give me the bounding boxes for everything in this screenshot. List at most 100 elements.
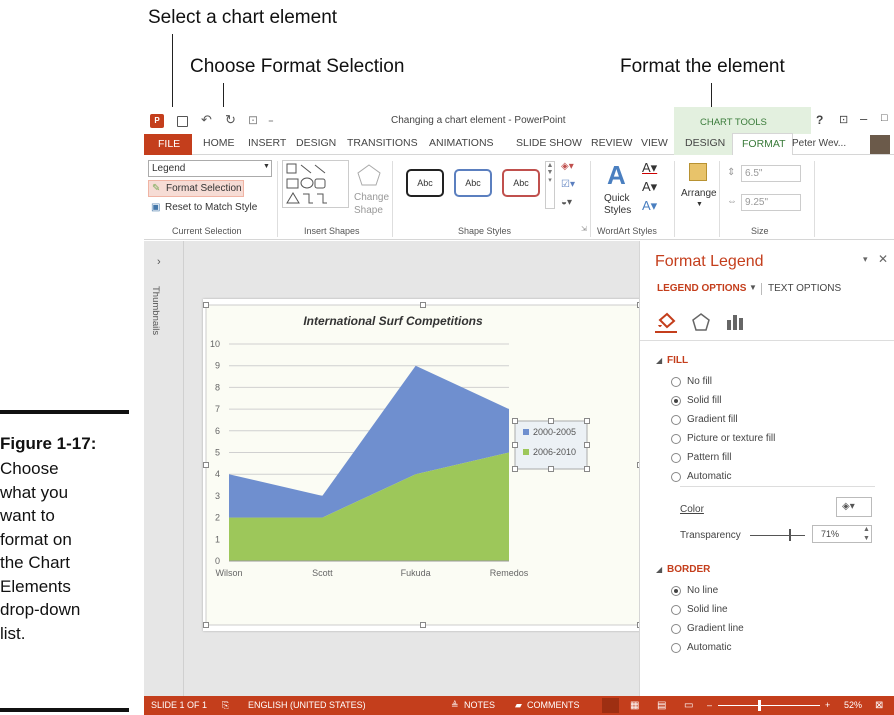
- change-shape-label[interactable]: Change: [354, 192, 389, 203]
- tab-legend-options[interactable]: LEGEND OPTIONS: [657, 283, 746, 294]
- tab-home[interactable]: HOME: [203, 137, 235, 149]
- tab-view[interactable]: VIEW: [641, 137, 668, 149]
- fill-option[interactable]: Gradient fill: [671, 413, 871, 429]
- fill-collapse-icon[interactable]: ◢: [656, 356, 662, 365]
- text-fill-icon[interactable]: A▾: [642, 160, 657, 176]
- change-shape-label-2[interactable]: Shape: [354, 205, 383, 216]
- tab-format[interactable]: FORMAT: [732, 133, 793, 156]
- thumbnails-label[interactable]: Thumbnails: [150, 286, 161, 335]
- tab-text-options[interactable]: TEXT OPTIONS: [768, 283, 841, 294]
- border-option[interactable]: Solid line: [671, 603, 871, 619]
- shape-style-black[interactable]: Abc: [406, 169, 444, 197]
- tab-insert[interactable]: INSERT: [248, 137, 286, 149]
- shape-style-blue[interactable]: Abc: [454, 169, 492, 197]
- ribbon-display-icon[interactable]: ⊡: [839, 113, 848, 126]
- expand-thumbnails-icon[interactable]: ›: [157, 256, 161, 268]
- border-collapse-icon[interactable]: ◢: [656, 565, 662, 574]
- tab-review[interactable]: REVIEW: [591, 137, 632, 149]
- color-picker-button[interactable]: ◈▾: [836, 497, 872, 517]
- tab-slide-show[interactable]: SLIDE SHOW: [516, 137, 582, 149]
- zoom-in-icon[interactable]: +: [825, 700, 830, 710]
- radio-button[interactable]: [671, 586, 681, 596]
- quick-styles-label-2[interactable]: Styles: [604, 205, 631, 216]
- legend-options-icon[interactable]: [724, 311, 746, 333]
- save-icon[interactable]: [177, 116, 188, 127]
- text-effects-icon[interactable]: A▾: [642, 198, 657, 214]
- area-chart[interactable]: 0 1 2 3 4 5 6 7 8 9 10 Wilson Scott Fukuda Remedos Inte…: [203, 299, 643, 631]
- dialog-launcher-icon[interactable]: ⇲: [581, 225, 587, 233]
- quick-styles-label[interactable]: Quick: [604, 193, 630, 204]
- border-option[interactable]: No line: [671, 584, 871, 600]
- radio-button[interactable]: [671, 643, 681, 653]
- border-option[interactable]: Automatic: [671, 641, 871, 657]
- chart-area[interactable]: 0 1 2 3 4 5 6 7 8 9 10 Wilson Scott Fukuda Remedos Inte…: [203, 299, 643, 631]
- slide-sorter-icon[interactable]: ▦: [630, 700, 639, 711]
- fill-option[interactable]: Picture or texture fill: [671, 432, 871, 448]
- tab-chart-design[interactable]: DESIGN: [674, 134, 732, 155]
- notes-button[interactable]: NOTES: [464, 700, 495, 710]
- slide-show-icon[interactable]: ▭: [684, 700, 693, 711]
- wordart-a-icon[interactable]: A: [607, 160, 626, 191]
- zoom-out-icon[interactable]: –: [707, 700, 712, 710]
- help-icon[interactable]: ?: [816, 113, 823, 127]
- radio-button[interactable]: [671, 415, 681, 425]
- slide-canvas[interactable]: 0 1 2 3 4 5 6 7 8 9 10 Wilson Scott Fukuda Remedos Inte…: [203, 299, 643, 631]
- fill-option[interactable]: No fill: [671, 375, 871, 391]
- format-selection-button[interactable]: ✎ Format Selection: [148, 180, 244, 197]
- radio-button[interactable]: [671, 472, 681, 482]
- undo-icon[interactable]: ↶: [201, 112, 212, 128]
- pane-options-icon[interactable]: ▾: [863, 254, 868, 265]
- radio-button[interactable]: [671, 453, 681, 463]
- shapes-gallery[interactable]: [282, 160, 349, 208]
- comments-button[interactable]: COMMENTS: [527, 700, 580, 710]
- radio-button[interactable]: [671, 605, 681, 615]
- border-header[interactable]: BORDER: [667, 564, 710, 575]
- fit-slide-icon[interactable]: ⊠: [875, 700, 883, 711]
- radio-button[interactable]: [671, 624, 681, 634]
- redo-icon[interactable]: ↻: [225, 112, 236, 128]
- zoom-level[interactable]: 52%: [844, 700, 862, 710]
- tab-file[interactable]: FILE: [144, 134, 192, 155]
- fill-line-icon[interactable]: [655, 311, 677, 333]
- effects-icon[interactable]: [690, 311, 712, 333]
- fill-option[interactable]: Solid fill: [671, 394, 871, 410]
- height-input[interactable]: 6.5": [741, 165, 801, 182]
- radio-button[interactable]: [671, 377, 681, 387]
- chart-elements-dropdown[interactable]: Legend ▼: [148, 160, 272, 177]
- transparency-slider-thumb[interactable]: [789, 529, 792, 541]
- shape-styles-scroll[interactable]: ▲ ▼ ▾: [545, 161, 555, 209]
- fill-header[interactable]: FILL: [667, 355, 688, 366]
- border-option[interactable]: Gradient line: [671, 622, 871, 638]
- zoom-slider-thumb[interactable]: [758, 700, 761, 711]
- customize-toolbar-icon[interactable]: ₌: [268, 113, 274, 126]
- transparency-input[interactable]: 71% ▲ ▼: [812, 525, 872, 543]
- spell-check-icon[interactable]: ⎘: [222, 700, 229, 711]
- close-pane-icon[interactable]: ✕: [878, 252, 888, 266]
- fill-option[interactable]: Pattern fill: [671, 451, 871, 467]
- tab-design[interactable]: DESIGN: [296, 137, 336, 149]
- maximize-icon[interactable]: □: [881, 112, 888, 124]
- arrange-label[interactable]: Arrange: [681, 188, 717, 199]
- language-indicator[interactable]: ENGLISH (UNITED STATES): [248, 700, 366, 710]
- user-name[interactable]: Peter Wev...: [792, 138, 846, 149]
- zoom-slider-track[interactable]: [718, 705, 820, 706]
- minimize-icon[interactable]: –: [860, 111, 867, 126]
- fill-option[interactable]: Automatic: [671, 470, 871, 486]
- shape-effects-icon[interactable]: ◒▾: [561, 197, 572, 208]
- start-slideshow-icon[interactable]: ⊡: [248, 113, 258, 127]
- shape-outline-icon[interactable]: ☑▾: [561, 179, 575, 190]
- radio-button[interactable]: [671, 396, 681, 406]
- shape-style-red[interactable]: Abc: [502, 169, 540, 197]
- avatar[interactable]: [870, 135, 890, 154]
- text-outline-icon[interactable]: A▾: [642, 179, 657, 195]
- tab-animations[interactable]: ANIMATIONS: [429, 137, 494, 149]
- y-tick-label: 9: [215, 361, 220, 371]
- normal-view-icon[interactable]: [602, 698, 619, 713]
- transparency-slider-track[interactable]: [750, 535, 805, 536]
- width-input[interactable]: 9.25": [741, 194, 801, 211]
- tab-transitions[interactable]: TRANSITIONS: [347, 137, 418, 149]
- shape-fill-icon[interactable]: ◈▾: [561, 161, 574, 172]
- reset-to-match-style-button[interactable]: ▣ Reset to Match Style: [148, 200, 272, 217]
- reading-view-icon[interactable]: ▤: [657, 700, 666, 711]
- radio-button[interactable]: [671, 434, 681, 444]
